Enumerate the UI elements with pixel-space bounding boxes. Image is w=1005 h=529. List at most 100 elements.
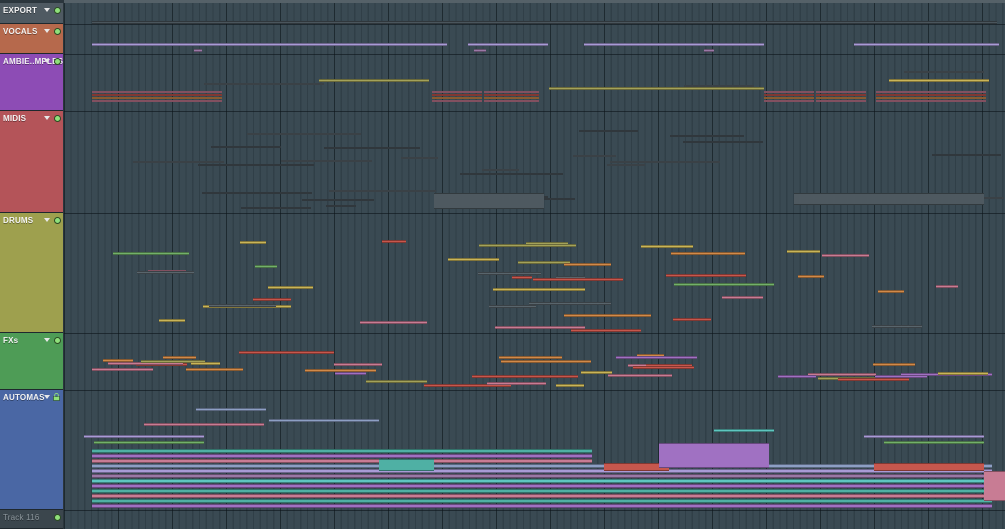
pattern-clip[interactable]	[432, 100, 482, 102]
pattern-clip[interactable]	[889, 79, 989, 82]
pattern-clip[interactable]	[633, 366, 694, 369]
pattern-clip[interactable]	[608, 374, 672, 377]
pattern-clip[interactable]	[564, 263, 611, 266]
pattern-clip[interactable]	[448, 258, 499, 261]
pattern-clip[interactable]	[579, 130, 638, 132]
pattern-clip[interactable]	[94, 441, 204, 444]
pattern-clip[interactable]	[113, 252, 189, 255]
pattern-clip[interactable]	[722, 296, 763, 299]
track-header-export[interactable]: EXPORT	[0, 3, 63, 24]
pattern-clip[interactable]	[484, 100, 539, 102]
track-menu-caret-icon[interactable]	[44, 218, 50, 222]
pattern-clip[interactable]	[864, 435, 984, 438]
pattern-clip[interactable]	[764, 100, 814, 102]
track-active-led-icon[interactable]	[54, 58, 61, 65]
pattern-clip[interactable]	[659, 443, 769, 468]
pattern-clip[interactable]	[794, 193, 984, 205]
pattern-clip[interactable]	[616, 356, 697, 359]
pattern-clip[interactable]	[335, 372, 366, 375]
pattern-clip[interactable]	[878, 290, 904, 293]
clip-area[interactable]	[64, 3, 1005, 529]
pattern-clip[interactable]	[239, 351, 334, 354]
pattern-clip[interactable]	[822, 254, 869, 257]
pattern-clip[interactable]	[484, 91, 539, 93]
pattern-clip[interactable]	[268, 286, 313, 289]
pattern-clip[interactable]	[876, 91, 986, 93]
pattern-clip[interactable]	[666, 274, 746, 277]
pattern-clip[interactable]	[302, 199, 374, 201]
pattern-clip[interactable]	[518, 261, 570, 264]
track-active-led-icon[interactable]	[54, 7, 61, 14]
pattern-clip[interactable]	[876, 97, 986, 99]
track-active-led-icon[interactable]	[54, 217, 61, 224]
pattern-clip[interactable]	[479, 244, 576, 247]
track-menu-caret-icon[interactable]	[44, 59, 50, 63]
pattern-clip[interactable]	[92, 454, 592, 458]
pattern-clip[interactable]	[489, 305, 536, 308]
pattern-clip[interactable]	[255, 265, 277, 268]
pattern-clip[interactable]	[584, 43, 764, 46]
pattern-clip[interactable]	[816, 91, 866, 93]
pattern-clip[interactable]	[92, 464, 992, 468]
pattern-clip[interactable]	[478, 272, 541, 275]
pattern-clip[interactable]	[103, 359, 133, 362]
pattern-clip[interactable]	[472, 375, 578, 378]
pattern-clip[interactable]	[533, 278, 623, 281]
track-header-midis[interactable]: MIDIS	[0, 111, 63, 213]
pattern-clip[interactable]	[334, 363, 382, 366]
pattern-clip[interactable]	[92, 484, 992, 488]
pattern-clip[interactable]	[211, 146, 281, 148]
pattern-clip[interactable]	[92, 469, 992, 473]
pattern-clip[interactable]	[938, 372, 988, 375]
pattern-clip[interactable]	[512, 276, 532, 279]
pattern-clip[interactable]	[468, 43, 548, 46]
pattern-clip[interactable]	[92, 489, 992, 493]
pattern-clip[interactable]	[904, 71, 984, 73]
pattern-clip[interactable]	[432, 91, 482, 93]
pattern-clip[interactable]	[501, 360, 591, 363]
pattern-clip[interactable]	[92, 100, 222, 102]
pattern-clip[interactable]	[876, 94, 986, 96]
pattern-clip[interactable]	[92, 97, 222, 99]
pattern-clip[interactable]	[196, 408, 266, 411]
pattern-clip[interactable]	[92, 474, 992, 478]
pattern-clip[interactable]	[434, 193, 544, 209]
pattern-clip[interactable]	[499, 356, 562, 359]
pattern-clip[interactable]	[305, 369, 376, 372]
pattern-clip[interactable]	[641, 245, 693, 248]
pattern-clip[interactable]	[556, 384, 584, 387]
pattern-clip[interactable]	[984, 471, 1005, 501]
pattern-clip[interactable]	[281, 160, 372, 162]
pattern-clip[interactable]	[240, 241, 266, 244]
pattern-clip[interactable]	[936, 285, 958, 288]
pattern-clip[interactable]	[670, 135, 744, 137]
track-menu-caret-icon[interactable]	[44, 29, 50, 33]
pattern-clip[interactable]	[432, 94, 482, 96]
track-menu-caret-icon[interactable]	[44, 395, 50, 399]
pattern-clip[interactable]	[382, 240, 406, 243]
pattern-clip[interactable]	[816, 100, 866, 102]
pattern-clip[interactable]	[194, 49, 202, 52]
pattern-clip[interactable]	[186, 368, 243, 371]
pattern-clip[interactable]	[571, 329, 641, 332]
pattern-clip[interactable]	[209, 304, 276, 307]
pattern-clip[interactable]	[884, 441, 984, 444]
track-active-led-icon[interactable]	[54, 115, 61, 122]
pattern-clip[interactable]	[704, 49, 714, 52]
pattern-clip[interactable]	[460, 173, 550, 175]
pattern-clip[interactable]	[92, 499, 992, 503]
pattern-clip[interactable]	[549, 87, 764, 90]
pattern-clip[interactable]	[778, 375, 816, 378]
track-menu-caret-icon[interactable]	[44, 116, 50, 120]
pattern-clip[interactable]	[764, 97, 814, 99]
pattern-clip[interactable]	[324, 147, 420, 149]
pattern-clip[interactable]	[401, 157, 438, 159]
pattern-clip[interactable]	[92, 43, 447, 46]
pattern-clip[interactable]	[798, 275, 824, 278]
pattern-clip[interactable]	[482, 169, 519, 171]
pattern-clip[interactable]	[764, 91, 814, 93]
pattern-clip[interactable]	[319, 79, 429, 82]
pattern-clip[interactable]	[683, 141, 763, 143]
pattern-clip[interactable]	[838, 378, 909, 381]
pattern-clip[interactable]	[873, 363, 915, 366]
